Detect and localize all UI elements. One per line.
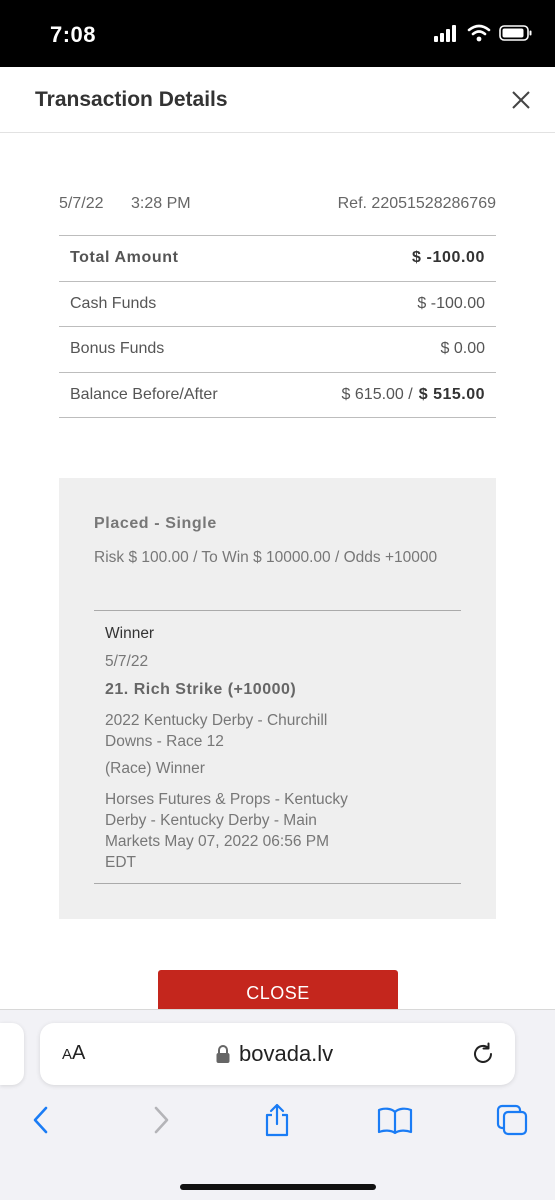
back-icon — [33, 1106, 48, 1134]
address-bar[interactable]: AA bovada.lv — [40, 1023, 515, 1085]
reader-options-button[interactable]: AA — [62, 1042, 85, 1065]
bet-category: Horses Futures & Props - Kentucky Derby … — [105, 791, 348, 871]
bet-selection: 21. Rich Strike (+10000) — [105, 681, 297, 698]
divider — [94, 883, 461, 884]
transaction-date: 5/7/22 — [59, 195, 104, 212]
balance-before: $ 615.00 / — [341, 385, 413, 403]
balance-values: $ 615.00 / $ 515.00 — [342, 386, 485, 404]
status-bar: 7:08 — [0, 0, 555, 67]
forward-button[interactable] — [143, 1102, 179, 1138]
back-button[interactable] — [23, 1102, 59, 1138]
previous-tab-preview[interactable] — [0, 1023, 24, 1085]
aa-small: A — [62, 1046, 73, 1063]
total-amount-value: $ -100.00 — [411, 249, 485, 267]
bonus-funds-row: Bonus Funds $ 0.00 — [59, 327, 496, 373]
bet-market: (Race) Winner — [105, 760, 205, 777]
transaction-ref: Ref. 22051528286769 — [337, 195, 496, 212]
cash-funds-label: Cash Funds — [70, 294, 157, 312]
forward-icon — [154, 1106, 169, 1134]
browser-toolbar: AA bovada.lv — [0, 1009, 555, 1200]
share-icon — [265, 1103, 289, 1137]
lock-icon — [216, 1045, 230, 1063]
battery-icon — [499, 25, 532, 41]
home-indicator — [180, 1184, 376, 1190]
url-display[interactable]: bovada.lv — [215, 1041, 333, 1067]
bonus-funds-value: $ 0.00 — [440, 340, 485, 358]
bet-type: Placed - Single — [94, 515, 217, 532]
close-icon[interactable] — [508, 87, 534, 113]
balance-label: Balance Before/After — [70, 385, 218, 403]
reload-icon[interactable] — [470, 1041, 496, 1067]
wifi-icon — [467, 24, 491, 42]
cash-funds-value: $ -100.00 — [417, 294, 485, 312]
bet-date: 5/7/22 — [105, 653, 149, 670]
url-text: bovada.lv — [239, 1041, 334, 1066]
status-icons — [433, 24, 533, 42]
bet-status: Winner — [105, 625, 155, 642]
signal-icon — [434, 25, 456, 42]
balance-after: $ 515.00 — [418, 385, 485, 403]
bet-risk-line: Risk $ 100.00 / To Win $ 10000.00 / Odds… — [94, 549, 438, 566]
aa-large: A — [72, 1042, 86, 1064]
share-button[interactable] — [259, 1102, 295, 1138]
cash-funds-row: Cash Funds $ -100.00 — [59, 282, 496, 327]
balance-row: Balance Before/After $ 615.00 / $ 515.00 — [59, 373, 496, 418]
status-time: 7:08 — [50, 22, 97, 47]
transaction-time: 3:28 PM — [131, 195, 191, 212]
divider — [94, 610, 461, 611]
bookmarks-icon — [377, 1107, 413, 1135]
tabs-icon — [496, 1104, 528, 1136]
modal-header: Transaction Details — [0, 67, 555, 133]
bookmarks-button[interactable] — [377, 1102, 413, 1138]
bonus-funds-label: Bonus Funds — [70, 340, 165, 358]
tabs-button[interactable] — [494, 1102, 530, 1138]
page-title: Transaction Details — [35, 88, 228, 111]
total-amount-label: Total Amount — [70, 249, 179, 267]
bet-details-panel: Placed - Single Risk $ 100.00 / To Win $… — [59, 478, 496, 919]
amounts-table: Total Amount $ -100.00 Cash Funds $ -100… — [59, 235, 496, 418]
bet-event: 2022 Kentucky Derby - Churchill Downs - … — [105, 712, 328, 750]
total-amount-row: Total Amount $ -100.00 — [59, 236, 496, 282]
